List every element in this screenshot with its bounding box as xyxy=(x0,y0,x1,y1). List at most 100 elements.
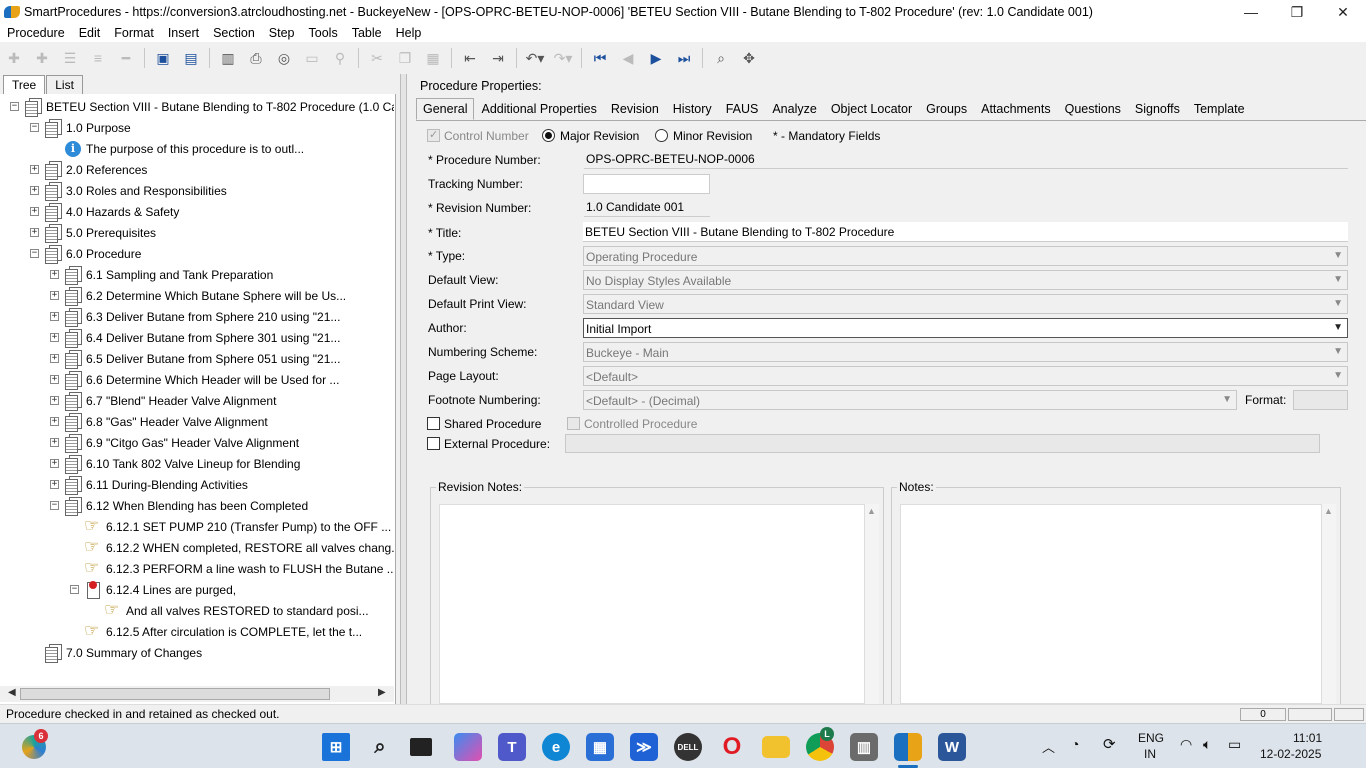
battery-icon[interactable]: ▭ xyxy=(1228,736,1241,753)
tree-node[interactable]: +6.2 Determine Which Butane Sphere will … xyxy=(50,285,346,306)
revision-notes-scrollbar[interactable]: ▲ xyxy=(865,504,879,704)
tree-node[interactable]: +6.8 "Gas" Header Valve Alignment xyxy=(50,411,268,432)
restore-button[interactable]: ❐ xyxy=(1274,0,1320,24)
copilot-icon[interactable] xyxy=(454,733,482,761)
tab-general[interactable]: General xyxy=(416,98,475,120)
tracking-number-input[interactable] xyxy=(583,174,710,194)
controlled-procedure-checkbox[interactable] xyxy=(567,417,580,430)
network-status-icon[interactable]: ◔ xyxy=(1071,736,1079,752)
major-revision-radio[interactable] xyxy=(542,129,555,142)
wifi-icon[interactable]: ◠ xyxy=(1180,736,1192,753)
collapse-icon[interactable]: − xyxy=(30,249,39,258)
view-icon[interactable]: ▭ xyxy=(301,47,323,69)
external-procedure-checkbox[interactable] xyxy=(427,437,440,450)
add-subitem-icon[interactable]: ✚ xyxy=(31,47,53,69)
expand-icon[interactable]: + xyxy=(30,165,39,174)
last-record-icon[interactable]: ⏭ xyxy=(673,47,695,69)
chevron-up-icon[interactable]: ︿ xyxy=(1042,737,1055,756)
expand-icon[interactable]: + xyxy=(50,417,59,426)
minimize-button[interactable]: — xyxy=(1228,0,1274,24)
expand-icon[interactable]: + xyxy=(50,375,59,384)
tree-node[interactable]: 6.12.1 SET PUMP 210 (Transfer Pump) to t… xyxy=(70,516,391,537)
expand-icon[interactable]: + xyxy=(50,333,59,342)
menu-table[interactable]: Table xyxy=(345,26,389,40)
menu-edit[interactable]: Edit xyxy=(72,26,108,40)
search-icon[interactable]: ⌕ xyxy=(366,733,394,761)
save-all-icon[interactable]: ▣ xyxy=(152,47,174,69)
close-button[interactable]: ✕ xyxy=(1320,0,1366,24)
expand-icon[interactable]: + xyxy=(50,312,59,321)
shared-procedure-checkbox[interactable] xyxy=(427,417,440,430)
tab-revision[interactable]: Revision xyxy=(604,98,666,120)
menu-procedure[interactable]: Procedure xyxy=(0,26,72,40)
expand-icon[interactable]: + xyxy=(50,396,59,405)
expand-icon[interactable]: + xyxy=(50,291,59,300)
volume-icon[interactable]: 🔈︎ xyxy=(1203,736,1211,753)
scroll-up-icon[interactable]: ▲ xyxy=(867,506,876,516)
tree-node[interactable]: +3.0 Roles and Responsibilities xyxy=(30,180,227,201)
scroll-up-icon[interactable]: ▲ xyxy=(1324,506,1333,516)
control-number-checkbox[interactable] xyxy=(427,128,440,142)
save-icon[interactable]: ▤ xyxy=(180,47,202,69)
word-icon[interactable]: W xyxy=(938,733,966,761)
default-view-select[interactable]: No Display Styles Available ▼ xyxy=(583,270,1348,290)
tree-node[interactable]: 6.12.3 PERFORM a line wash to FLUSH the … xyxy=(70,558,394,579)
expand-icon[interactable]: + xyxy=(30,228,39,237)
tab-list[interactable]: List xyxy=(46,75,83,94)
opera-icon[interactable]: O xyxy=(718,733,746,761)
task-view-icon[interactable] xyxy=(410,738,432,756)
minor-revision-radio[interactable] xyxy=(655,129,668,142)
store-icon[interactable]: ▦ xyxy=(586,733,614,761)
tree-node[interactable]: 6.12.5 After circulation is COMPLETE, le… xyxy=(70,621,362,642)
chrome-icon[interactable]: L xyxy=(806,727,834,761)
tree-node[interactable]: +6.6 Determine Which Header will be Used… xyxy=(50,369,339,390)
collapse-icon[interactable]: − xyxy=(10,102,19,111)
tree-node[interactable]: The purpose of this procedure is to outl… xyxy=(50,138,304,159)
tree-node[interactable]: 6.12.2 WHEN completed, RESTORE all valve… xyxy=(70,537,394,558)
tree-node[interactable]: +6.10 Tank 802 Valve Lineup for Blending xyxy=(50,453,300,474)
numbering-scheme-select[interactable]: Buckeye - Main ▼ xyxy=(583,342,1348,362)
edge-icon[interactable]: e xyxy=(542,733,570,761)
copy-icon[interactable]: ❐ xyxy=(394,47,416,69)
move-icon[interactable]: ✥ xyxy=(738,47,760,69)
type-select[interactable]: Operating Procedure ▼ xyxy=(583,246,1348,266)
scroll-right-icon[interactable]: ▶ xyxy=(378,687,386,698)
language-primary[interactable]: ENG xyxy=(1138,731,1164,745)
collapse-icon[interactable]: − xyxy=(30,123,39,132)
menu-insert[interactable]: Insert xyxy=(161,26,206,40)
scroll-left-icon[interactable]: ◀ xyxy=(8,687,16,698)
tree-node[interactable]: +6.1 Sampling and Tank Preparation xyxy=(50,264,273,285)
tree-node[interactable]: +5.0 Prerequisites xyxy=(30,222,156,243)
tree-node[interactable]: +6.7 "Blend" Header Valve Alignment xyxy=(50,390,276,411)
tree-node[interactable]: − 6.0 Procedure xyxy=(30,243,141,264)
tree-node[interactable]: − 1.0 Purpose xyxy=(30,117,131,138)
tab-signoffs[interactable]: Signoffs xyxy=(1128,98,1187,120)
teams-icon[interactable]: T xyxy=(498,733,526,761)
default-print-view-select[interactable]: Standard View ▼ xyxy=(583,294,1348,314)
link-icon[interactable]: ⚲ xyxy=(329,47,351,69)
tree-node[interactable]: And all valves RESTORED to standard posi… xyxy=(90,600,369,621)
tab-template[interactable]: Template xyxy=(1187,98,1252,120)
expand-icon[interactable]: + xyxy=(50,459,59,468)
expand-icon[interactable]: + xyxy=(50,270,59,279)
dell-icon[interactable]: DELL xyxy=(674,733,702,761)
first-record-icon[interactable]: ⏮ xyxy=(589,47,611,69)
sync-icon[interactable]: ⟳ xyxy=(1103,735,1116,753)
remove-icon[interactable]: ━ xyxy=(115,47,137,69)
outdent-icon[interactable]: ⇤ xyxy=(459,47,481,69)
tree-node[interactable]: +6.11 During-Blending Activities xyxy=(50,474,248,495)
menu-step[interactable]: Step xyxy=(262,26,302,40)
tab-object-locator[interactable]: Object Locator xyxy=(824,98,919,120)
tree-node[interactable]: − 6.12.4 Lines are purged, xyxy=(70,579,236,600)
tab-faus[interactable]: FAUS xyxy=(719,98,766,120)
windows-start-icon[interactable]: ⊞ xyxy=(322,733,350,761)
find-icon[interactable]: ⌕ xyxy=(710,47,732,69)
collapse-icon[interactable]: − xyxy=(50,501,59,510)
clock-time[interactable]: 11:01 xyxy=(1293,731,1322,745)
next-record-icon[interactable]: ▶ xyxy=(645,47,667,69)
export-icon[interactable]: ▥ xyxy=(217,47,239,69)
menu-format[interactable]: Format xyxy=(107,26,161,40)
tree-node[interactable]: − 6.12 When Blending has been Completed xyxy=(50,495,308,516)
expand-icon[interactable]: + xyxy=(50,480,59,489)
notes-textarea[interactable] xyxy=(900,504,1322,704)
